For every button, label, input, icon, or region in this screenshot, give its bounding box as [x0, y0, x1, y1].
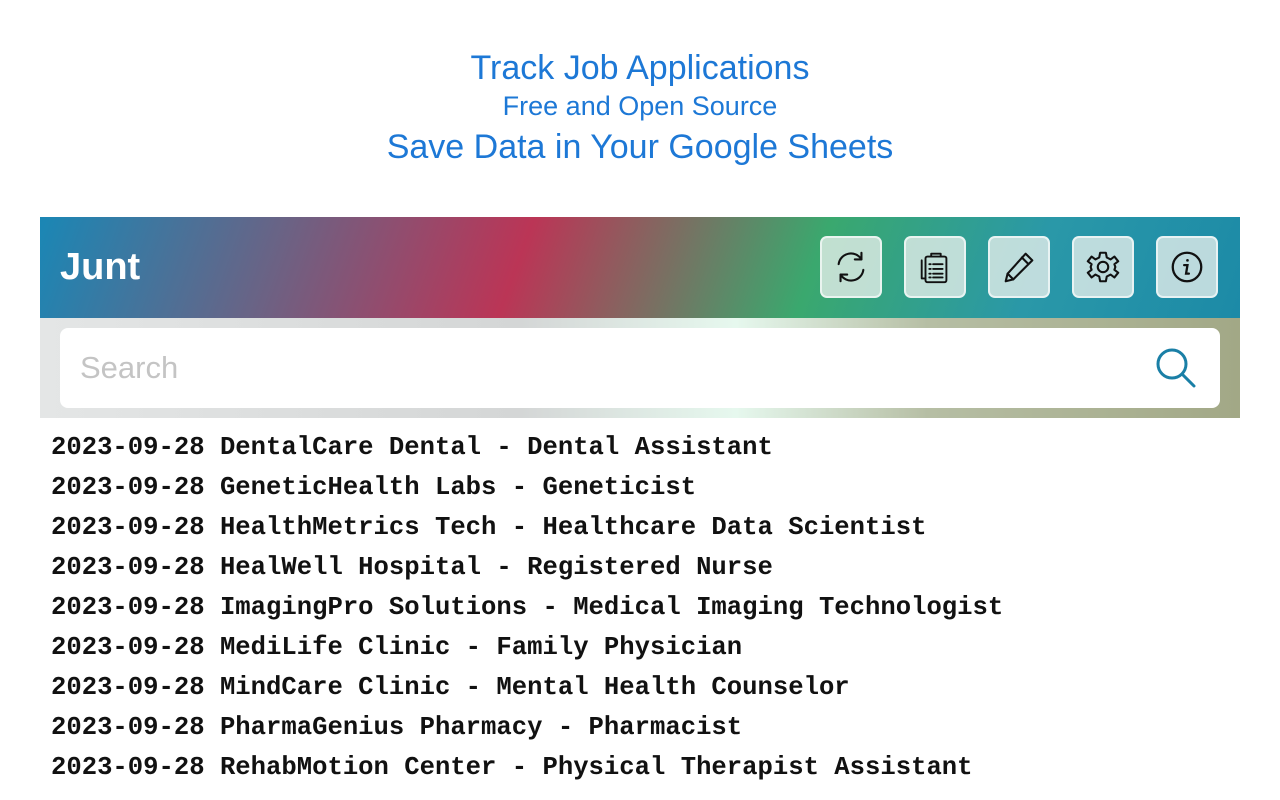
info-button[interactable] — [1156, 236, 1218, 298]
list-item[interactable]: 2023-09-28 HealthMetrics Tech - Healthca… — [51, 508, 1271, 548]
job-application-list: 2023-09-28 DentalCare Dental - Dental As… — [51, 428, 1271, 788]
pencil-icon — [1004, 252, 1034, 283]
info-icon — [1171, 251, 1203, 283]
list-item[interactable]: 2023-09-28 DentalCare Dental - Dental As… — [51, 428, 1271, 468]
list-item[interactable]: 2023-09-28 ImagingPro Solutions - Medica… — [51, 588, 1271, 628]
list-item[interactable]: 2023-09-28 MediLife Clinic - Family Phys… — [51, 628, 1271, 668]
app-title: Junt — [60, 246, 141, 288]
list-item[interactable]: 2023-09-28 HealWell Hospital - Registere… — [51, 548, 1271, 588]
hero-title: Track Job Applications — [470, 49, 810, 87]
clipboard-list-icon — [920, 252, 948, 284]
search-input[interactable] — [80, 328, 1140, 408]
app-panel: Junt — [40, 217, 1240, 418]
list-item[interactable]: 2023-09-28 PharmaGenius Pharmacy - Pharm… — [51, 708, 1271, 748]
app-header: Junt — [40, 217, 1240, 318]
search-box — [60, 328, 1220, 408]
refresh-button[interactable] — [820, 236, 882, 298]
list-item[interactable]: 2023-09-28 GeneticHealth Labs - Genetici… — [51, 468, 1271, 508]
clipboard-button[interactable] — [904, 236, 966, 298]
search-bar — [40, 318, 1240, 418]
hero-subtitle: Free and Open Source — [502, 91, 778, 121]
settings-button[interactable] — [1072, 236, 1134, 298]
edit-button[interactable] — [988, 236, 1050, 298]
list-item[interactable]: 2023-09-28 RehabMotion Center - Physical… — [51, 748, 1271, 788]
list-item[interactable]: 2023-09-28 MindCare Clinic - Mental Heal… — [51, 668, 1271, 708]
search-icon[interactable] — [1154, 346, 1198, 390]
gear-icon — [1086, 251, 1120, 283]
hero-tagline: Save Data in Your Google Sheets — [386, 128, 894, 166]
refresh-icon — [837, 251, 865, 283]
